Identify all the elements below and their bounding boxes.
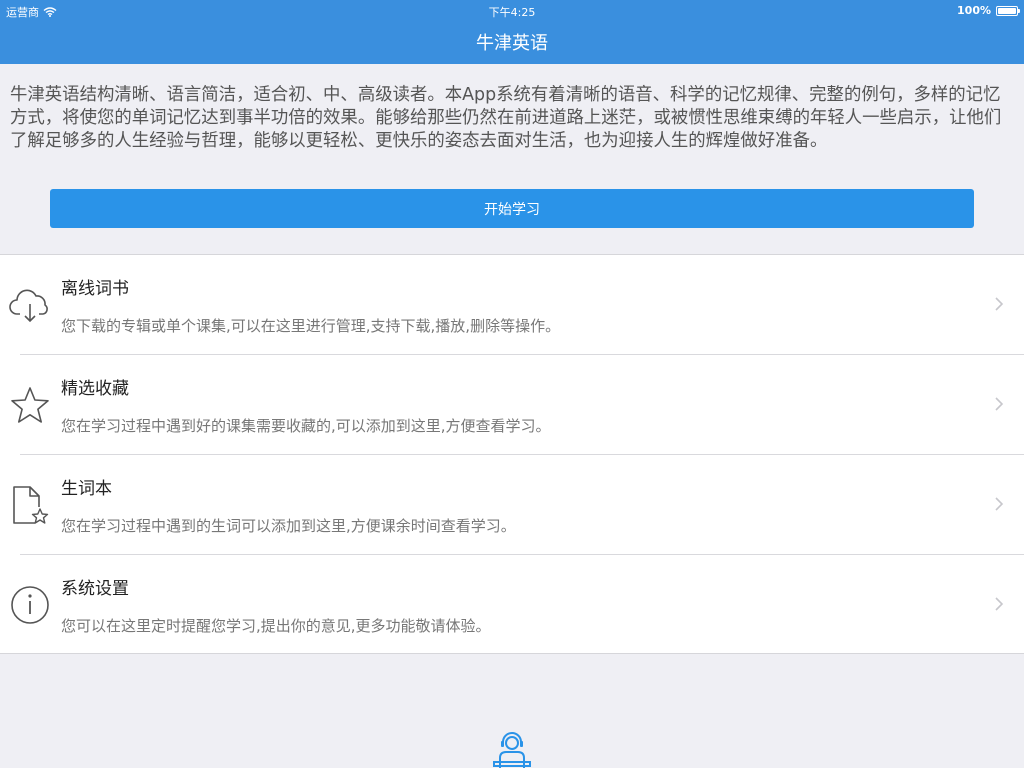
menu-item-vocabulary[interactable]: 生词本 您在学习过程中遇到的生词可以添加到这里,方便课余时间查看学习。 xyxy=(0,455,1024,555)
chevron-right-icon xyxy=(995,597,1004,611)
status-time: 下午4:25 xyxy=(488,6,536,19)
headset-person-icon xyxy=(493,732,531,768)
chevron-right-icon xyxy=(995,397,1004,411)
menu-list: 离线词书 您下载的专辑或单个课集,可以在这里进行管理,支持下载,播放,删除等操作… xyxy=(0,254,1024,654)
menu-item-offline-books[interactable]: 离线词书 您下载的专辑或单个课集,可以在这里进行管理,支持下载,播放,删除等操作… xyxy=(0,255,1024,355)
info-icon xyxy=(11,586,49,624)
menu-item-description: 您可以在这里定时提醒您学习,提出你的意见,更多功能敬请体验。 xyxy=(61,617,491,635)
star-icon xyxy=(11,387,49,423)
document-star-icon xyxy=(13,486,49,524)
battery-icon xyxy=(996,5,1020,16)
cloud-download-icon xyxy=(9,289,48,323)
menu-item-title: 生词本 xyxy=(61,479,112,499)
menu-item-description: 您下载的专辑或单个课集,可以在这里进行管理,支持下载,播放,删除等操作。 xyxy=(61,317,561,335)
menu-item-title: 精选收藏 xyxy=(61,379,129,399)
navigation-bar: 牛津英语 xyxy=(0,20,1024,64)
menu-item-description: 您在学习过程中遇到的生词可以添加到这里,方便课余时间查看学习。 xyxy=(61,517,516,535)
battery-fill xyxy=(998,7,1016,14)
menu-item-settings[interactable]: 系统设置 您可以在这里定时提醒您学习,提出你的意见,更多功能敬请体验。 xyxy=(0,555,1024,655)
battery-percent: 100% xyxy=(957,4,991,17)
menu-item-title: 系统设置 xyxy=(61,579,129,599)
chevron-right-icon xyxy=(995,297,1004,311)
status-bar: 运营商 下午4:25 100% xyxy=(0,0,1024,20)
menu-item-title: 离线词书 xyxy=(61,279,129,299)
page-title: 牛津英语 xyxy=(476,33,548,54)
menu-item-favorites[interactable]: 精选收藏 您在学习过程中遇到好的课集需要收藏的,可以添加到这里,方便查看学习。 xyxy=(0,355,1024,455)
menu-item-description: 您在学习过程中遇到好的课集需要收藏的,可以添加到这里,方便查看学习。 xyxy=(61,417,551,435)
chevron-right-icon xyxy=(995,497,1004,511)
status-right: 100% xyxy=(957,4,1020,17)
intro-section: 牛津英语结构清晰、语言简洁，适合初、中、高级读者。本App系统有着清晰的语音、科… xyxy=(0,64,1024,254)
intro-description: 牛津英语结构清晰、语言简洁，适合初、中、高级读者。本App系统有着清晰的语音、科… xyxy=(10,85,1002,151)
start-learning-button[interactable]: 开始学习 xyxy=(50,189,974,228)
